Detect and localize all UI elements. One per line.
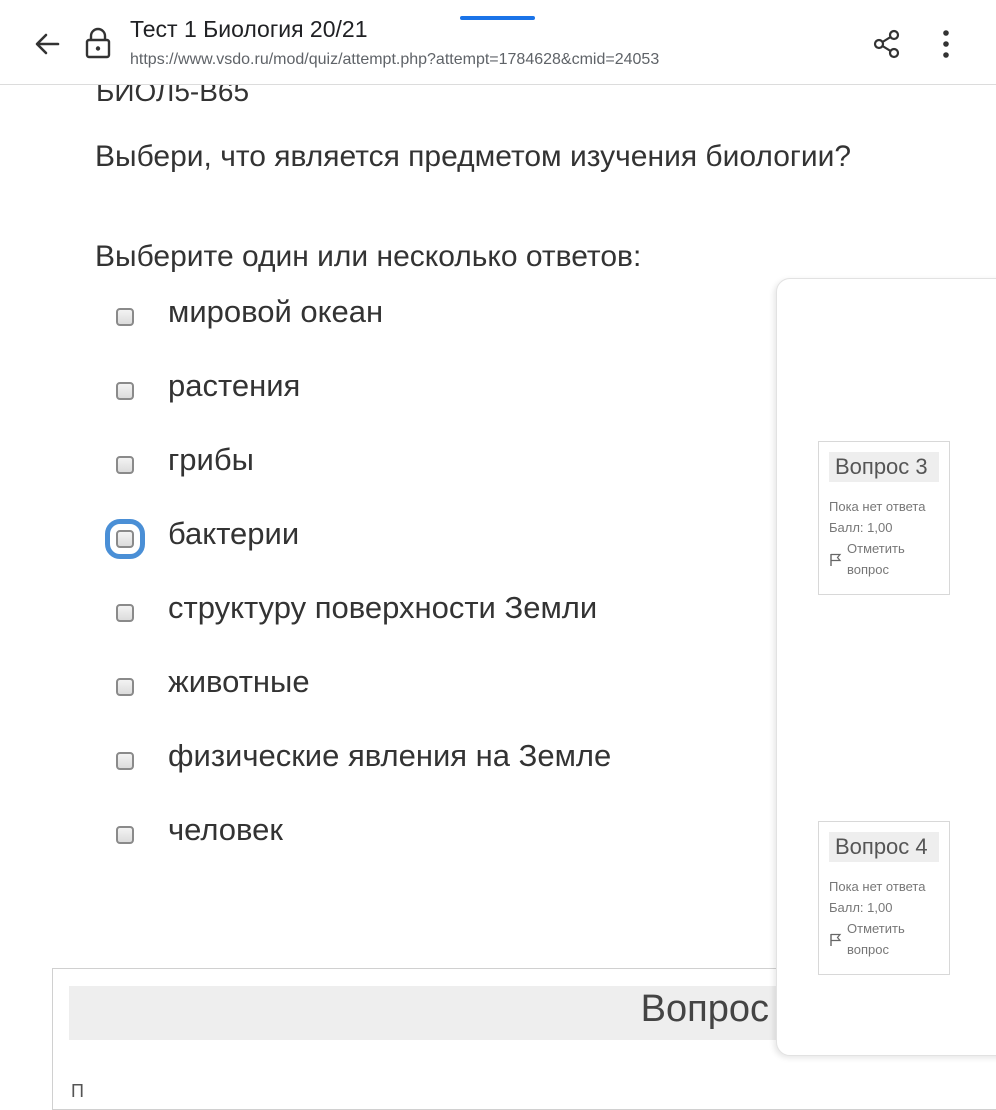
next-question-title: Вопрос [640, 988, 769, 1030]
answer-label[interactable]: растения [168, 368, 300, 404]
more-vert-icon[interactable] [934, 28, 958, 60]
answer-label[interactable]: бактерии [168, 516, 299, 552]
answer-option[interactable]: бактерии [0, 512, 760, 562]
answer-label[interactable]: грибы [168, 442, 254, 478]
next-question-text-start: П [71, 1081, 84, 1101]
question-grade: Балл: 1,00 [829, 520, 893, 535]
back-arrow-icon[interactable] [30, 27, 64, 61]
question-status: Пока нет ответа [829, 499, 926, 514]
question-status: Пока нет ответа [829, 879, 926, 894]
lock-icon[interactable] [84, 26, 112, 60]
answer-label[interactable]: структуру поверхности Земли [168, 590, 597, 626]
browser-toolbar: Тест 1 Биология 20/21 https://www.vsdo.r… [0, 0, 996, 85]
flag-icon[interactable] [829, 552, 842, 566]
answer-label[interactable]: животные [168, 664, 310, 700]
answer-checkbox[interactable] [116, 604, 134, 622]
question-nav-title[interactable]: Вопрос 3 [829, 452, 939, 482]
question-nav-card-3[interactable]: Вопрос 3 Пока нет ответа Балл: 1,00 Отме… [818, 441, 950, 595]
question-nav-info: Пока нет ответа Балл: 1,00 Отметить вопр… [829, 496, 939, 580]
answer-checkbox[interactable] [116, 382, 134, 400]
answer-checkbox[interactable] [116, 456, 134, 474]
answer-checkbox[interactable] [116, 752, 134, 770]
answer-checkbox[interactable] [116, 826, 134, 844]
answer-option[interactable]: грибы [0, 438, 760, 488]
page-title[interactable]: Тест 1 Биология 20/21 [130, 16, 368, 43]
answer-checkbox[interactable] [116, 678, 134, 696]
question-nav-card-4[interactable]: Вопрос 4 Пока нет ответа Балл: 1,00 Отме… [818, 821, 950, 975]
flag-question-label[interactable]: Отметить вопрос [847, 538, 939, 580]
answer-option[interactable]: человек [0, 808, 760, 858]
quiz-navigation-panel: Вопрос 3 Пока нет ответа Балл: 1,00 Отме… [776, 278, 996, 1056]
page-load-indicator [460, 16, 535, 20]
answer-option[interactable]: мировой океан [0, 290, 760, 340]
question-nav-info: Пока нет ответа Балл: 1,00 Отметить вопр… [829, 876, 939, 960]
flag-question-label[interactable]: Отметить вопрос [847, 918, 939, 960]
answer-option[interactable]: структуру поверхности Земли [0, 586, 760, 636]
answer-checkbox[interactable] [116, 308, 134, 326]
answer-option[interactable]: животные [0, 660, 760, 710]
question-grade: Балл: 1,00 [829, 900, 893, 915]
answer-prompt: Выберите один или несколько ответов: [95, 240, 642, 273]
answer-label[interactable]: человек [168, 812, 283, 848]
answer-option[interactable]: растения [0, 364, 760, 414]
question-text: Выбери, что является предметом изучения … [95, 140, 852, 173]
question-nav-title[interactable]: Вопрос 4 [829, 832, 939, 862]
answer-label[interactable]: мировой океан [168, 294, 383, 330]
flag-question-link[interactable]: Отметить вопрос [829, 918, 939, 960]
page-url[interactable]: https://www.vsdo.ru/mod/quiz/attempt.php… [130, 51, 659, 69]
share-icon[interactable] [872, 28, 902, 60]
answer-label[interactable]: физические явления на Земле [168, 738, 611, 774]
answer-checkbox-focused[interactable] [105, 519, 145, 559]
flag-question-link[interactable]: Отметить вопрос [829, 538, 939, 580]
flag-icon[interactable] [829, 932, 842, 946]
answer-option[interactable]: физические явления на Земле [0, 734, 760, 784]
